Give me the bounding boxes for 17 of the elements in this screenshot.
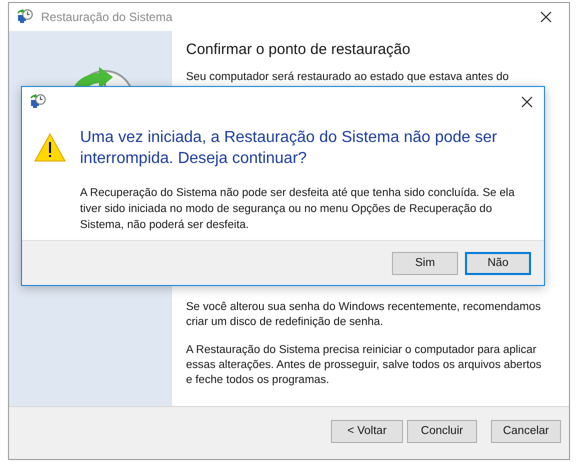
dialog-heading: Uma vez iniciada, a Restauração do Sistema não pode ser interrompida. Deseja continuar? [80,128,498,169]
note-text: A Restauração do Sistema precisa reiniciar o computador para aplicar essas alterações. Antes de prosseguir, salve todos os arquivos abertos e feche todos os programas. [186,343,542,388]
restore-icon [17,9,33,25]
dialog-button[interactable]: Não [465,252,531,274]
wizard-button[interactable]: Cancelar [491,420,561,442]
close-icon [521,96,533,108]
warning-icon [34,133,66,162]
close-icon [540,11,552,23]
note-text: Se você alterou sua senha do Windows recentemente, recomendamos criar um disco de redefinição de senha. [186,300,542,330]
restore-icon [30,94,46,110]
page-heading: Confirmar o ponto de restauração [186,41,412,58]
window-title: Restauração do Sistema [41,10,174,24]
wizard-button[interactable]: < Voltar [331,420,403,442]
dialog-message: A Recuperação do Sistema não pode ser desfeita até que tenha sido concluída. Se ela tiver sido iniciada no modo de segurança ou no menu Opções de Recuperação do Sistema, não poderá ser desfeita. [80,186,516,233]
intro-text: Seu computador será restaurado ao estado que estava antes do [186,70,510,85]
wizard-button[interactable]: Concluir [407,420,477,442]
dialog-button[interactable]: Sim [392,252,458,274]
